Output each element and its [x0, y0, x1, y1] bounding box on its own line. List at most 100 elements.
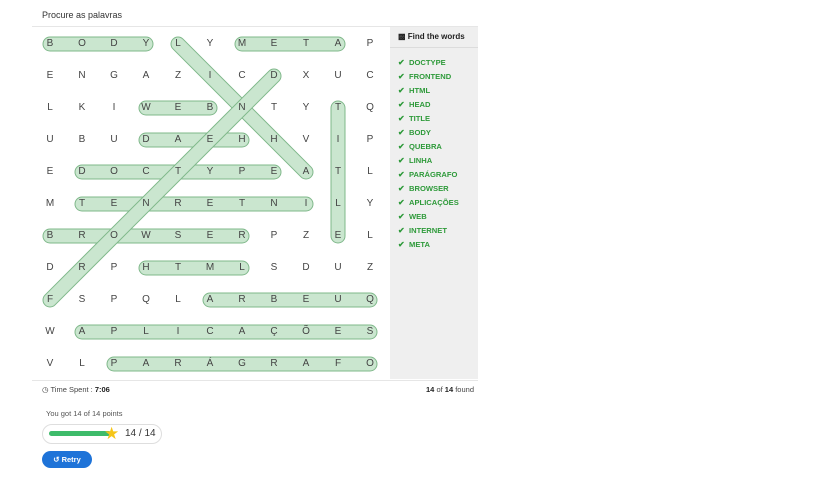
grid-cell[interactable]: L [360, 229, 380, 243]
grid-cell[interactable]: I [296, 197, 316, 211]
grid-cell[interactable]: K [72, 101, 92, 115]
grid-cell[interactable]: T [296, 37, 316, 51]
grid-cell[interactable]: A [136, 69, 156, 83]
grid-cell[interactable]: Q [360, 101, 380, 115]
grid-cell[interactable]: E [200, 229, 220, 243]
grid-cell[interactable]: U [40, 133, 60, 147]
grid-cell[interactable]: B [72, 133, 92, 147]
grid-cell[interactable]: M [40, 197, 60, 211]
grid-cell[interactable]: I [200, 69, 220, 83]
grid-cell[interactable]: Y [296, 101, 316, 115]
grid-cell[interactable]: L [328, 197, 348, 211]
grid-cell[interactable]: W [136, 101, 156, 115]
grid-cell[interactable]: T [328, 101, 348, 115]
grid-cell[interactable]: T [72, 197, 92, 211]
grid-cell[interactable]: U [328, 293, 348, 307]
grid-cell[interactable]: D [296, 261, 316, 275]
grid-cell[interactable]: Q [136, 293, 156, 307]
grid-cell[interactable]: C [360, 69, 380, 83]
grid-cell[interactable]: E [40, 69, 60, 83]
grid-cell[interactable]: O [104, 165, 124, 179]
grid-cell[interactable]: L [168, 293, 188, 307]
grid-cell[interactable]: U [104, 133, 124, 147]
grid-cell[interactable]: A [136, 357, 156, 371]
grid-cell[interactable]: N [136, 197, 156, 211]
grid-cell[interactable]: T [232, 197, 252, 211]
grid-cell[interactable]: V [296, 133, 316, 147]
grid-cell[interactable]: P [232, 165, 252, 179]
grid-cell[interactable]: N [264, 197, 284, 211]
grid-cell[interactable]: C [232, 69, 252, 83]
grid-cell[interactable]: Z [360, 261, 380, 275]
grid-cell[interactable]: T [168, 165, 188, 179]
grid-cell[interactable]: F [328, 357, 348, 371]
grid-cell[interactable]: S [72, 293, 92, 307]
grid-cell[interactable]: T [168, 261, 188, 275]
grid-cell[interactable]: Õ [296, 325, 316, 339]
grid-cell[interactable]: O [72, 37, 92, 51]
grid-cell[interactable]: B [40, 37, 60, 51]
grid-cell[interactable]: E [200, 197, 220, 211]
grid-cell[interactable]: E [264, 37, 284, 51]
grid-cell[interactable]: H [136, 261, 156, 275]
grid-cell[interactable]: E [104, 197, 124, 211]
grid-cell[interactable]: A [200, 293, 220, 307]
grid-cell[interactable]: U [328, 69, 348, 83]
grid-cell[interactable]: R [232, 293, 252, 307]
grid-cell[interactable]: G [104, 69, 124, 83]
grid-cell[interactable]: V [40, 357, 60, 371]
grid-cell[interactable]: W [136, 229, 156, 243]
grid-cell[interactable]: P [104, 293, 124, 307]
grid-cell[interactable]: C [136, 165, 156, 179]
grid-cell[interactable]: R [264, 357, 284, 371]
grid-cell[interactable]: S [264, 261, 284, 275]
grid-cell[interactable]: D [264, 69, 284, 83]
grid-cell[interactable]: A [232, 325, 252, 339]
grid-cell[interactable]: Q [360, 293, 380, 307]
grid-cell[interactable]: P [104, 261, 124, 275]
grid-cell[interactable]: I [104, 101, 124, 115]
grid-cell[interactable]: S [168, 229, 188, 243]
grid-cell[interactable]: E [296, 293, 316, 307]
letter-grid[interactable]: BODYLYMETAPENGAZICDXUCLKIWEBNTYTQUBUDAEH… [32, 27, 390, 379]
grid-cell[interactable]: D [40, 261, 60, 275]
grid-cell[interactable]: P [264, 229, 284, 243]
grid-cell[interactable]: I [328, 133, 348, 147]
grid-cell[interactable]: H [232, 133, 252, 147]
grid-cell[interactable]: B [200, 101, 220, 115]
retry-button[interactable]: ↺ Retry [42, 451, 92, 468]
grid-cell[interactable]: R [232, 229, 252, 243]
grid-cell[interactable]: Y [200, 37, 220, 51]
grid-cell[interactable]: M [200, 261, 220, 275]
grid-cell[interactable]: N [232, 101, 252, 115]
grid-cell[interactable]: L [360, 165, 380, 179]
grid-cell[interactable]: R [72, 261, 92, 275]
grid-cell[interactable]: G [232, 357, 252, 371]
grid-cell[interactable]: S [360, 325, 380, 339]
grid-cell[interactable]: R [72, 229, 92, 243]
grid-cell[interactable]: A [296, 357, 316, 371]
grid-cell[interactable]: B [40, 229, 60, 243]
grid-cell[interactable]: A [328, 37, 348, 51]
grid-cell[interactable]: Y [360, 197, 380, 211]
grid-cell[interactable]: L [136, 325, 156, 339]
grid-cell[interactable]: P [104, 357, 124, 371]
grid-cell[interactable]: P [104, 325, 124, 339]
grid-cell[interactable]: D [104, 37, 124, 51]
grid-cell[interactable]: Y [200, 165, 220, 179]
grid-cell[interactable]: C [200, 325, 220, 339]
grid-cell[interactable]: F [40, 293, 60, 307]
grid-cell[interactable]: D [136, 133, 156, 147]
grid-cell[interactable]: L [232, 261, 252, 275]
grid-cell[interactable]: T [328, 165, 348, 179]
grid-cell[interactable]: O [360, 357, 380, 371]
grid-cell[interactable]: D [72, 165, 92, 179]
grid-cell[interactable]: E [328, 229, 348, 243]
grid-cell[interactable]: A [296, 165, 316, 179]
grid-cell[interactable]: A [168, 133, 188, 147]
grid-cell[interactable]: I [168, 325, 188, 339]
grid-cell[interactable]: P [360, 37, 380, 51]
grid-cell[interactable]: E [264, 165, 284, 179]
grid-cell[interactable]: Z [296, 229, 316, 243]
grid-cell[interactable]: E [200, 133, 220, 147]
